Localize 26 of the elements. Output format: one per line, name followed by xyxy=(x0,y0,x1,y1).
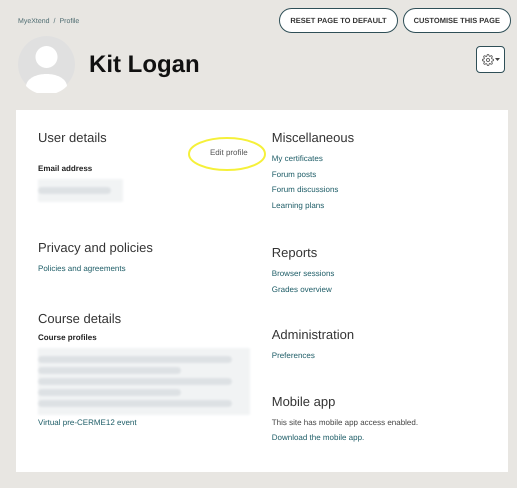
settings-icon xyxy=(482,54,494,66)
edit-profile-link[interactable]: Edit profile xyxy=(210,147,248,159)
section-heading: Reports xyxy=(272,245,318,261)
section-heading: Privacy and policies xyxy=(38,240,154,256)
avatar-icon xyxy=(18,36,75,93)
link[interactable]: My certificates xyxy=(272,151,486,166)
link[interactable]: Grades overview xyxy=(272,282,486,297)
field-label: Course profiles xyxy=(38,332,98,344)
link[interactable]: Browser sessions xyxy=(272,266,486,282)
link[interactable]: Virtual pre-CERME12 event xyxy=(38,414,272,430)
link[interactable]: Learning plans xyxy=(272,198,486,213)
link[interactable]: Preferences xyxy=(272,348,486,364)
section-heading: Administration xyxy=(272,327,356,343)
info-text: This site has mobile app access enabled. xyxy=(272,416,420,429)
link[interactable]: Download the mobile app. xyxy=(272,430,486,446)
section-heading: User details xyxy=(38,130,108,146)
caret-icon xyxy=(494,58,500,61)
user-name: Kit Logan xyxy=(89,50,200,80)
field-label: Email address xyxy=(38,163,94,175)
link[interactable]: Forum posts xyxy=(272,166,486,182)
section-heading: Mobile app xyxy=(272,394,336,410)
section-heading: Miscellaneous xyxy=(272,130,356,146)
link[interactable]: Policies and agreements xyxy=(38,261,272,276)
settings-menu-button[interactable] xyxy=(476,46,505,73)
link[interactable]: Forum discussions xyxy=(272,182,486,198)
section-heading: Course details xyxy=(38,310,122,326)
